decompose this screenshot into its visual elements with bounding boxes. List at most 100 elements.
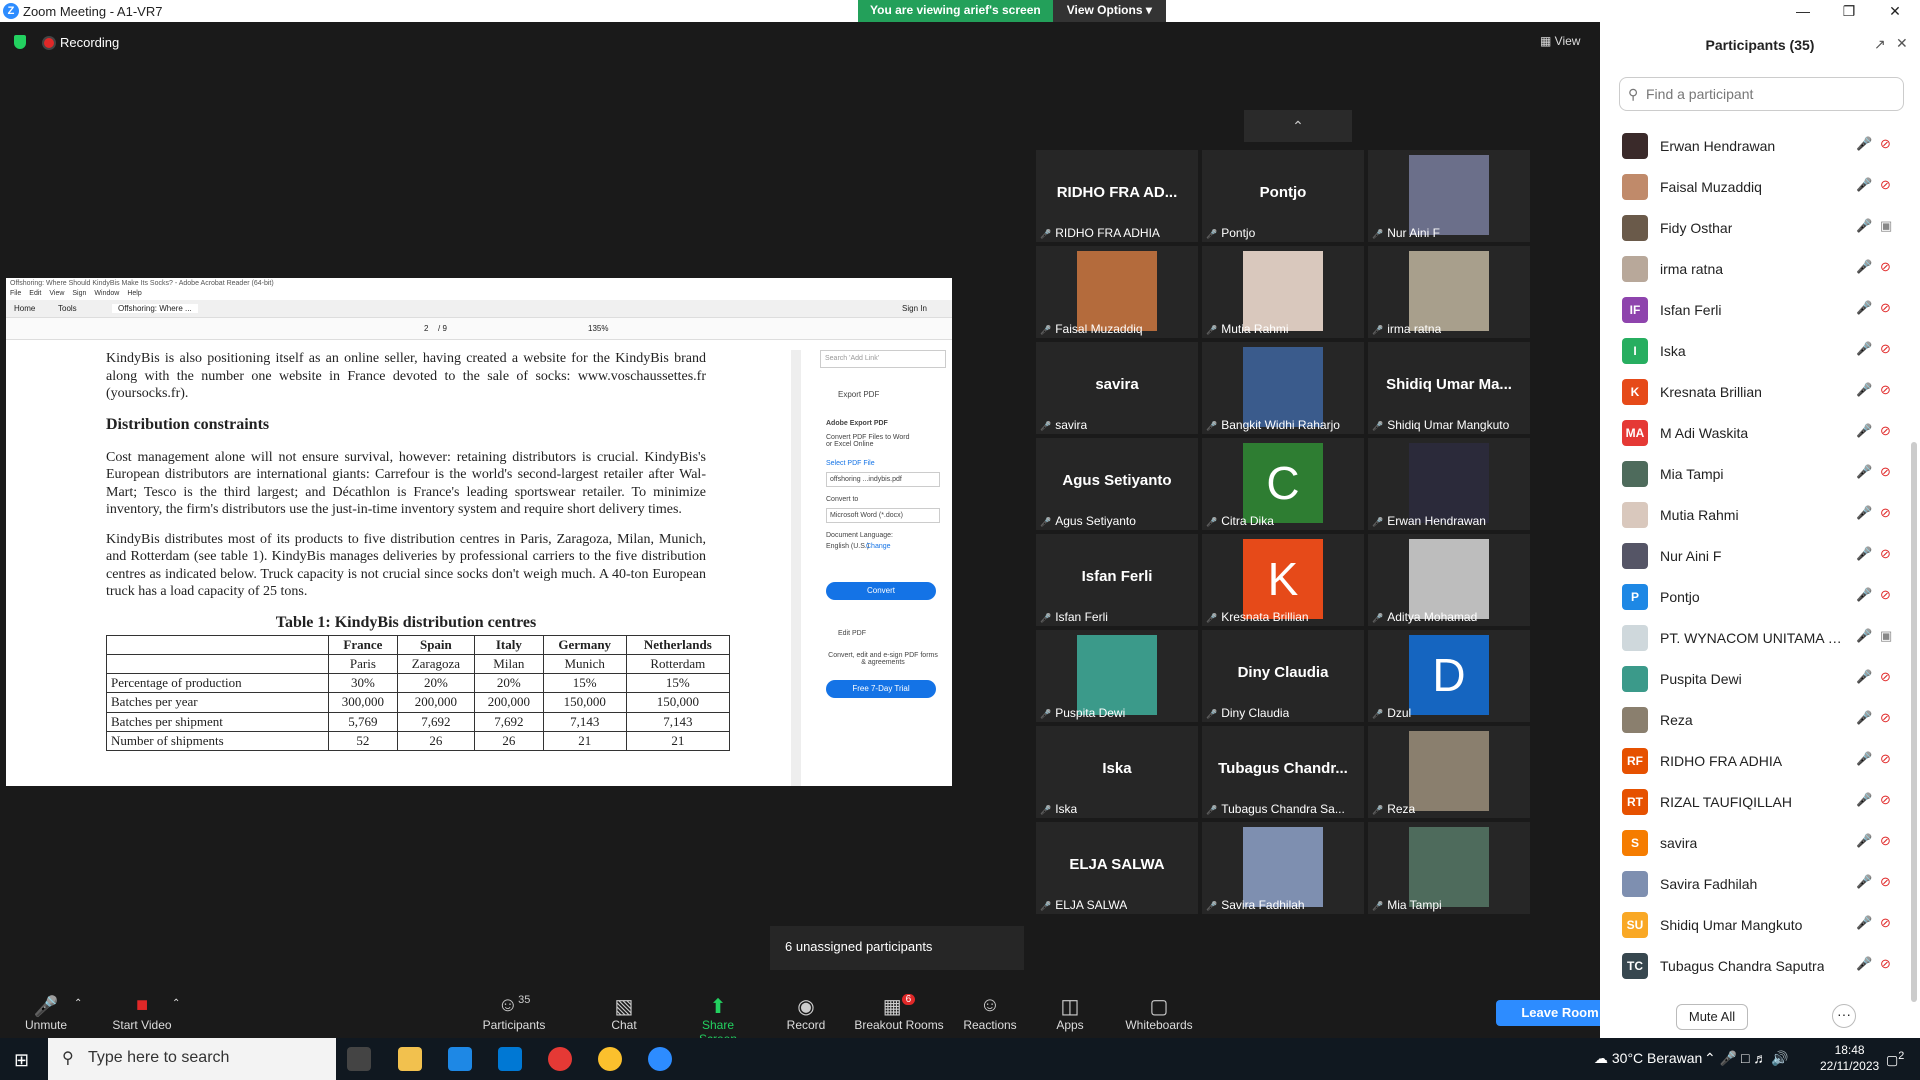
- muted-mic-icon[interactable]: 🎤: [1856, 628, 1872, 644]
- view-options-button[interactable]: View Options ▾: [1052, 0, 1166, 22]
- encryption-shield-icon[interactable]: [14, 35, 26, 49]
- windows-start-icon[interactable]: ⊞: [14, 1050, 29, 1071]
- video-off-icon[interactable]: ⊘: [1880, 792, 1891, 808]
- breakout-rooms-button[interactable]: ▦ 6 Breakout Rooms: [854, 994, 944, 1032]
- video-off-icon[interactable]: ⊘: [1880, 751, 1891, 767]
- notification-center-icon[interactable]: ▢2: [1886, 1050, 1904, 1068]
- video-tile[interactable]: Tubagus Chandr... Tubagus Chandra Sa...: [1202, 726, 1364, 818]
- video-tile[interactable]: Bangkit Widhi Raharjo: [1202, 342, 1364, 434]
- video-tile[interactable]: Mutia Rahmi: [1202, 246, 1364, 338]
- video-off-icon[interactable]: ⊘: [1880, 915, 1891, 931]
- participant-row[interactable]: IF Isfan Ferli 🎤 ⊘: [1600, 289, 1920, 330]
- pdf-file-field[interactable]: offshoring ...indybis.pdf: [826, 472, 940, 487]
- video-off-icon[interactable]: ⊘: [1880, 136, 1891, 152]
- popout-icon[interactable]: ↗: [1874, 36, 1886, 53]
- video-off-icon[interactable]: ⊘: [1880, 833, 1891, 849]
- video-tile[interactable]: Pontjo Pontjo: [1202, 150, 1364, 242]
- pdf-menu-file[interactable]: File: [10, 290, 21, 297]
- muted-mic-icon[interactable]: 🎤: [1856, 792, 1872, 808]
- muted-mic-icon[interactable]: 🎤: [1856, 218, 1872, 234]
- muted-mic-icon[interactable]: 🎤: [1856, 546, 1872, 562]
- video-off-icon[interactable]: ⊘: [1880, 259, 1891, 275]
- participant-row[interactable]: Faisal Muzaddiq 🎤 ⊘: [1600, 166, 1920, 207]
- chrome-profile-icon[interactable]: [598, 1047, 622, 1071]
- pdf-page-number[interactable]: 2: [424, 324, 428, 333]
- task-view-icon[interactable]: [347, 1047, 371, 1071]
- participant-row[interactable]: Ssavira 🎤 ⊘: [1600, 822, 1920, 863]
- video-off-icon[interactable]: ⊘: [1880, 546, 1891, 562]
- close-icon[interactable]: ✕: [1872, 0, 1918, 22]
- video-tile[interactable]: Reza: [1368, 726, 1530, 818]
- unmute-button[interactable]: 🎤 Unmute: [22, 994, 70, 1032]
- video-tile[interactable]: Puspita Dewi: [1036, 630, 1198, 722]
- video-off-icon[interactable]: ⊘: [1880, 505, 1891, 521]
- muted-mic-icon[interactable]: 🎤: [1856, 751, 1872, 767]
- video-tile[interactable]: Aditya Mohamad: [1368, 534, 1530, 626]
- pdf-menu-sign[interactable]: Sign: [72, 290, 86, 297]
- video-tile[interactable]: Nur Aini F: [1368, 150, 1530, 242]
- pdf-tab-home[interactable]: Home: [14, 304, 35, 313]
- pdf-menu-help[interactable]: Help: [127, 290, 141, 297]
- participant-row[interactable]: Savira Fadhilah 🎤 ⊘: [1600, 863, 1920, 904]
- muted-mic-icon[interactable]: 🎤: [1856, 956, 1872, 972]
- whiteboards-button[interactable]: ▢ Whiteboards: [1124, 994, 1194, 1032]
- close-panel-icon[interactable]: ✕: [1896, 35, 1908, 52]
- pdf-scrollbar[interactable]: [791, 350, 801, 786]
- video-tile[interactable]: Mia Tampi: [1368, 822, 1530, 914]
- zoom-taskbar-icon[interactable]: [648, 1047, 672, 1071]
- store-icon[interactable]: [448, 1047, 472, 1071]
- participant-row[interactable]: I Iska 🎤 ⊘: [1600, 330, 1920, 371]
- video-tile[interactable]: Diny Claudia Diny Claudia: [1202, 630, 1364, 722]
- minimize-icon[interactable]: —: [1780, 0, 1826, 22]
- weather-widget[interactable]: ☁ 30°C Berawan: [1594, 1050, 1702, 1067]
- muted-mic-icon[interactable]: 🎤: [1856, 177, 1872, 193]
- video-off-icon[interactable]: ⊘: [1880, 382, 1891, 398]
- participant-row[interactable]: Puspita Dewi 🎤 ⊘: [1600, 658, 1920, 699]
- pdf-menu-window[interactable]: Window: [94, 290, 119, 297]
- video-options-chevron-icon[interactable]: ⌃: [172, 998, 180, 1009]
- clock[interactable]: 18:48 22/11/2023: [1820, 1042, 1879, 1074]
- muted-mic-icon[interactable]: 🎤: [1856, 341, 1872, 357]
- pdf-menu-view[interactable]: View: [49, 290, 64, 297]
- video-tile[interactable]: Shidiq Umar Ma... Shidiq Umar Mangkuto: [1368, 342, 1530, 434]
- file-explorer-icon[interactable]: [398, 1047, 422, 1071]
- muted-mic-icon[interactable]: 🎤: [1856, 505, 1872, 521]
- video-off-icon[interactable]: ⊘: [1880, 300, 1891, 316]
- participant-row[interactable]: MA M Adi Waskita 🎤 ⊘: [1600, 412, 1920, 453]
- export-pdf-label[interactable]: Export PDF: [838, 390, 879, 399]
- participants-button[interactable]: ☺35 Participants: [482, 994, 546, 1032]
- muted-mic-icon[interactable]: 🎤: [1856, 136, 1872, 152]
- pdf-tab-tools[interactable]: Tools: [58, 304, 77, 313]
- system-tray-icons[interactable]: ⌃ 🎤 □ ♬ 🔊: [1704, 1050, 1789, 1067]
- participant-row[interactable]: SU Shidiq Umar Mangkuto 🎤 ⊘: [1600, 904, 1920, 945]
- video-tile[interactable]: KKresnata Brillian: [1202, 534, 1364, 626]
- video-tile[interactable]: Savira Fadhilah: [1202, 822, 1364, 914]
- video-tile[interactable]: Iska Iska: [1036, 726, 1198, 818]
- convert-button[interactable]: Convert: [826, 582, 936, 600]
- video-tile[interactable]: Faisal Muzaddiq: [1036, 246, 1198, 338]
- muted-mic-icon[interactable]: 🎤: [1856, 710, 1872, 726]
- muted-mic-icon[interactable]: 🎤: [1856, 915, 1872, 931]
- participant-row[interactable]: RF RIDHO FRA ADHIA 🎤 ⊘: [1600, 740, 1920, 781]
- participant-search-input[interactable]: ⚲ Find a participant: [1619, 77, 1904, 111]
- change-language-link[interactable]: Change: [866, 543, 891, 550]
- chat-button[interactable]: ▧ Chat: [606, 994, 642, 1032]
- maximize-icon[interactable]: ❐: [1826, 0, 1872, 22]
- video-tile[interactable]: CCitra Dika: [1202, 438, 1364, 530]
- video-off-icon[interactable]: ⊘: [1880, 956, 1891, 972]
- muted-mic-icon[interactable]: 🎤: [1856, 259, 1872, 275]
- participant-row[interactable]: irma ratna 🎤 ⊘: [1600, 248, 1920, 289]
- muted-mic-icon[interactable]: 🎤: [1856, 833, 1872, 849]
- pdf-zoom-level[interactable]: 135%: [588, 324, 608, 333]
- pdf-menu-edit[interactable]: Edit: [29, 290, 41, 297]
- participant-list-scrollbar[interactable]: [1911, 442, 1917, 1002]
- video-off-icon[interactable]: ⊘: [1880, 341, 1891, 357]
- video-off-icon[interactable]: ⊘: [1880, 423, 1891, 439]
- video-off-icon[interactable]: ▣: [1880, 218, 1892, 234]
- video-off-icon[interactable]: ⊘: [1880, 587, 1891, 603]
- muted-mic-icon[interactable]: 🎤: [1856, 874, 1872, 890]
- participant-row[interactable]: PT. WYNACOM UNITAMA SEJA... 🎤 ▣: [1600, 617, 1920, 658]
- edit-pdf-label[interactable]: Edit PDF: [838, 630, 866, 637]
- video-tile[interactable]: DDzul: [1368, 630, 1530, 722]
- unassigned-participants-notice[interactable]: 6 unassigned participants: [770, 926, 1024, 970]
